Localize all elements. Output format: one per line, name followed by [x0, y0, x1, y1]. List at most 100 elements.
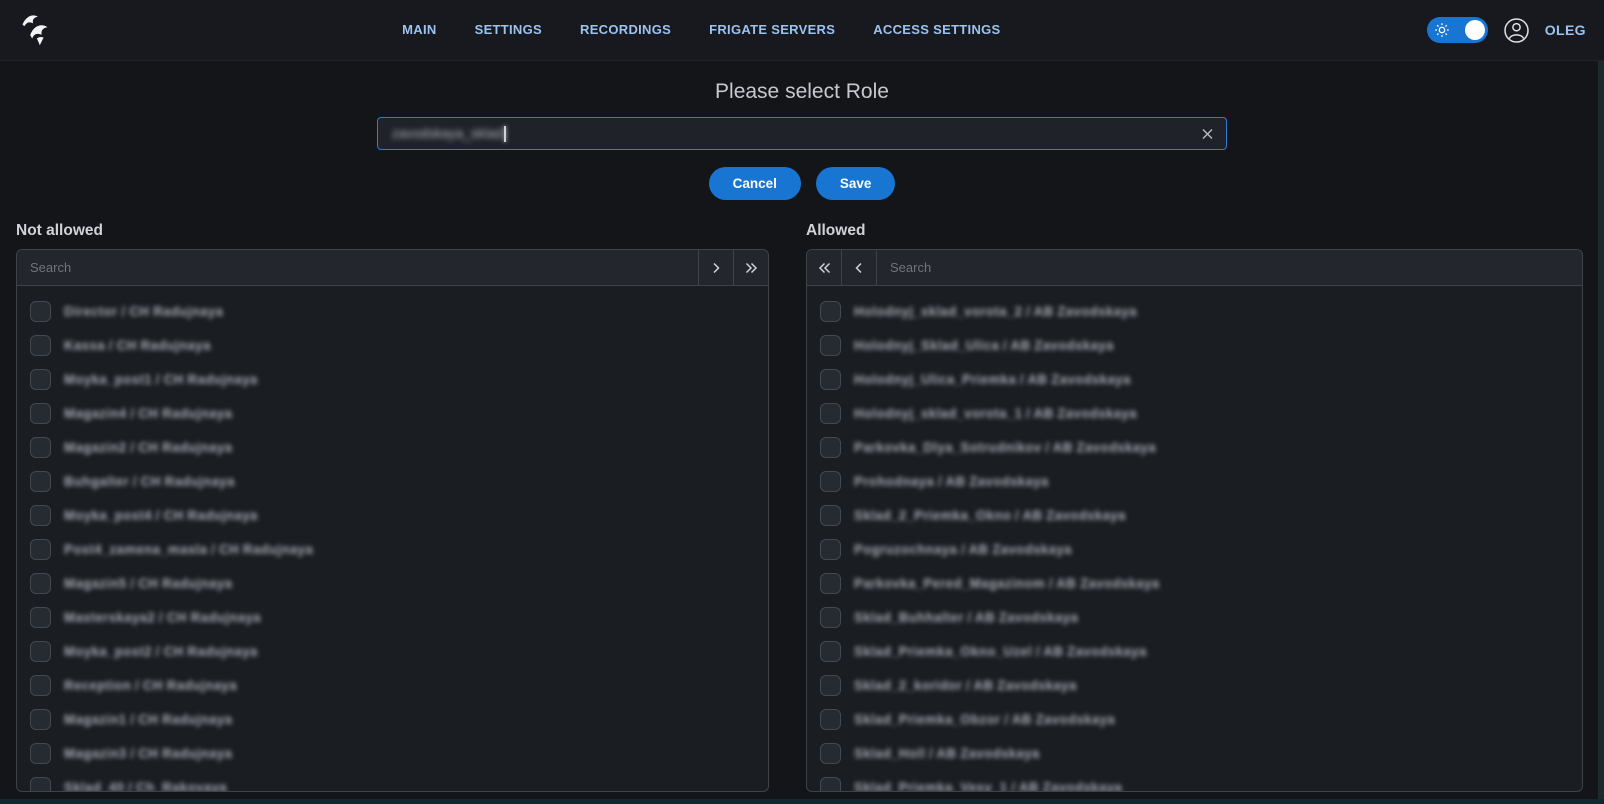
- item-checkbox[interactable]: [30, 403, 51, 424]
- list-item[interactable]: Sklad_Priemka_Vesy_1 / AB Zavodskaya: [807, 770, 1582, 791]
- list-item[interactable]: Holodnyj_sklad_vorota_1 / AB Zavodskaya: [807, 396, 1582, 430]
- item-checkbox[interactable]: [820, 675, 841, 696]
- item-checkbox[interactable]: [820, 709, 841, 730]
- item-checkbox[interactable]: [820, 471, 841, 492]
- list-item[interactable]: Sklad_2_koridor / AB Zavodskaya: [807, 668, 1582, 702]
- list-item[interactable]: Sklad_2_Priemka_Okno / AB Zavodskaya: [807, 498, 1582, 532]
- list-item[interactable]: Buhgalter / CH Radujnaya: [17, 464, 768, 498]
- list-item[interactable]: Sklad_40 / Ch_Rakovaya: [17, 770, 768, 791]
- item-checkbox[interactable]: [30, 437, 51, 458]
- chevron-right-icon: [710, 262, 722, 274]
- item-checkbox[interactable]: [820, 505, 841, 526]
- list-item[interactable]: Parkovka_Pered_Magazinom / AB Zavodskaya: [807, 566, 1582, 600]
- item-checkbox[interactable]: [820, 369, 841, 390]
- item-checkbox[interactable]: [30, 505, 51, 526]
- move-selected-to-allowed-button[interactable]: [698, 250, 733, 285]
- item-checkbox[interactable]: [30, 539, 51, 560]
- item-checkbox[interactable]: [820, 641, 841, 662]
- list-item[interactable]: Sklad_Priemka_Obzor / AB Zavodskaya: [807, 702, 1582, 736]
- nav-link[interactable]: ACCESS SETTINGS: [873, 22, 1000, 37]
- navbar-right-group: OLEG: [1427, 17, 1586, 44]
- list-item[interactable]: Magazin2 / CH Radujnaya: [17, 430, 768, 464]
- user-circle-icon[interactable]: [1503, 17, 1530, 44]
- item-checkbox[interactable]: [820, 607, 841, 628]
- list-item[interactable]: Masterskaya2 / CH Radujnaya: [17, 600, 768, 634]
- list-item[interactable]: Moyka_post2 / CH Radujnaya: [17, 634, 768, 668]
- item-label: Magazin2 / CH Radujnaya: [64, 440, 232, 455]
- item-checkbox[interactable]: [820, 437, 841, 458]
- list-item[interactable]: Sklad_Buhhalter / AB Zavodskaya: [807, 600, 1582, 634]
- list-item[interactable]: Pogruzochnaya / AB Zavodskaya: [807, 532, 1582, 566]
- item-label: Magazin4 / CH Radujnaya: [64, 406, 232, 421]
- item-checkbox[interactable]: [820, 777, 841, 792]
- nav-link[interactable]: SETTINGS: [475, 22, 542, 37]
- list-item[interactable]: Reception / CH Radujnaya: [17, 668, 768, 702]
- not-allowed-search-input[interactable]: [17, 250, 698, 285]
- list-item[interactable]: Holodnyj_sklad_vorota_2 / AB Zavodskaya: [807, 294, 1582, 328]
- list-item[interactable]: Holodnyj_Ulica_Priemka / AB Zavodskaya: [807, 362, 1582, 396]
- cancel-button[interactable]: Cancel: [709, 167, 801, 200]
- main-navigation: MAIN SETTINGS RECORDINGS FRIGATE SERVERS…: [402, 21, 1000, 39]
- item-checkbox[interactable]: [820, 335, 841, 356]
- list-item[interactable]: Magazin1 / CH Radujnaya: [17, 702, 768, 736]
- list-item[interactable]: Magazin4 / CH Radujnaya: [17, 396, 768, 430]
- list-item[interactable]: Post4_zamena_masla / CH Radujnaya: [17, 532, 768, 566]
- frigate-birds-logo-icon[interactable]: [14, 9, 56, 51]
- item-checkbox[interactable]: [30, 777, 51, 792]
- item-checkbox[interactable]: [30, 709, 51, 730]
- item-checkbox[interactable]: [30, 335, 51, 356]
- list-item[interactable]: Kassa / CH Radujnaya: [17, 328, 768, 362]
- item-label: Holodnyj_sklad_vorota_2 / AB Zavodskaya: [854, 304, 1137, 319]
- item-label: Magazin1 / CH Radujnaya: [64, 712, 232, 727]
- list-item[interactable]: Sklad_Priemka_Okno_Uzel / AB Zavodskaya: [807, 634, 1582, 668]
- item-label: Parkovka_Dlya_Sotrudnikov / AB Zavodskay…: [854, 440, 1156, 455]
- not-allowed-list: Director / CH Radujnaya Kassa / CH Raduj…: [17, 286, 768, 791]
- not-allowed-panel: Director / CH Radujnaya Kassa / CH Raduj…: [16, 249, 769, 792]
- item-checkbox[interactable]: [30, 369, 51, 390]
- toggle-knob: [1465, 20, 1485, 40]
- item-checkbox[interactable]: [30, 641, 51, 662]
- list-item[interactable]: Moyka_post4 / CH Radujnaya: [17, 498, 768, 532]
- item-checkbox[interactable]: [820, 301, 841, 322]
- list-item[interactable]: Magazin3 / CH Radujnaya: [17, 736, 768, 770]
- list-item[interactable]: Parkovka_Dlya_Sotrudnikov / AB Zavodskay…: [807, 430, 1582, 464]
- double-chevron-right-icon: [744, 262, 759, 274]
- item-checkbox[interactable]: [30, 743, 51, 764]
- list-item[interactable]: Moyka_post1 / CH Radujnaya: [17, 362, 768, 396]
- move-all-to-allowed-button[interactable]: [733, 250, 768, 285]
- move-all-to-not-allowed-button[interactable]: [807, 250, 842, 285]
- item-checkbox[interactable]: [820, 539, 841, 560]
- nav-item[interactable]: MAIN: [402, 21, 436, 39]
- item-checkbox[interactable]: [820, 743, 841, 764]
- nav-item[interactable]: SETTINGS: [475, 21, 542, 39]
- item-label: Moyka_post4 / CH Radujnaya: [64, 508, 258, 523]
- window-bottom-edge: [0, 799, 1604, 804]
- allowed-search-input[interactable]: [877, 250, 1582, 285]
- nav-item[interactable]: RECORDINGS: [580, 21, 671, 39]
- username-label[interactable]: OLEG: [1545, 22, 1586, 38]
- item-label: Buhgalter / CH Radujnaya: [64, 474, 235, 489]
- move-selected-to-not-allowed-button[interactable]: [842, 250, 877, 285]
- clear-input-button[interactable]: [1197, 123, 1218, 144]
- nav-item[interactable]: ACCESS SETTINGS: [873, 21, 1000, 39]
- vertical-scrollbar[interactable]: [1598, 61, 1604, 799]
- nav-link[interactable]: MAIN: [402, 22, 436, 37]
- list-item[interactable]: Director / CH Radujnaya: [17, 294, 768, 328]
- item-checkbox[interactable]: [30, 301, 51, 322]
- role-name-input[interactable]: zavodskaya_sklad: [377, 117, 1227, 150]
- item-checkbox[interactable]: [820, 573, 841, 594]
- list-item[interactable]: Magazin5 / CH Radujnaya: [17, 566, 768, 600]
- theme-toggle[interactable]: [1427, 17, 1488, 43]
- nav-link[interactable]: FRIGATE SERVERS: [709, 22, 835, 37]
- item-checkbox[interactable]: [30, 573, 51, 594]
- list-item[interactable]: Prohodnaya / AB Zavodskaya: [807, 464, 1582, 498]
- item-checkbox[interactable]: [30, 607, 51, 628]
- nav-item[interactable]: FRIGATE SERVERS: [709, 21, 835, 39]
- item-checkbox[interactable]: [820, 403, 841, 424]
- item-checkbox[interactable]: [30, 675, 51, 696]
- list-item[interactable]: Holodnyj_Sklad_Ulica / AB Zavodskaya: [807, 328, 1582, 362]
- nav-link[interactable]: RECORDINGS: [580, 22, 671, 37]
- list-item[interactable]: Sklad_Holl / AB Zavodskaya: [807, 736, 1582, 770]
- item-checkbox[interactable]: [30, 471, 51, 492]
- save-button[interactable]: Save: [816, 167, 896, 200]
